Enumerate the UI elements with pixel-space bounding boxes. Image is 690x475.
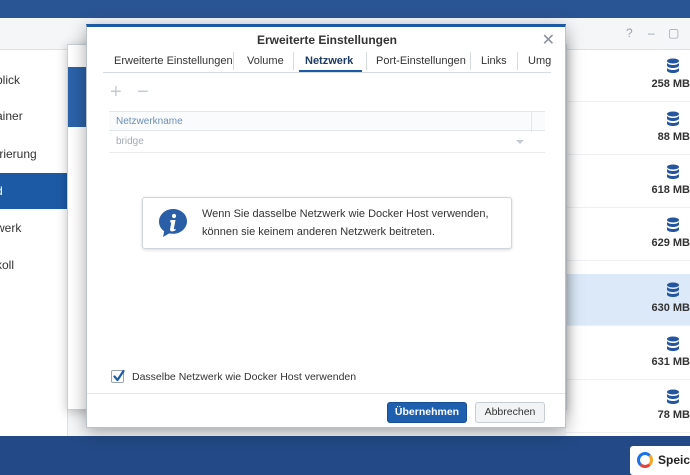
chevron-down-icon[interactable] xyxy=(516,140,524,144)
same-network-checkbox-label[interactable]: Dasselbe Netzwerk wie Docker Host verwen… xyxy=(132,371,356,383)
add-network-button[interactable]: + xyxy=(110,82,122,102)
database-icon xyxy=(667,217,679,232)
tab-divider xyxy=(470,52,471,70)
remove-network-button[interactable]: − xyxy=(137,82,149,102)
sidebar-item-image[interactable]: d xyxy=(0,173,68,209)
info-text-line-1: Wenn Sie dasselbe Netzwerk wie Docker Ho… xyxy=(202,208,489,220)
tab-bar: Erweiterte Einstellungen Volume Netzwerk… xyxy=(103,51,551,73)
list-item[interactable]: 78 MB xyxy=(566,381,690,433)
database-icon xyxy=(667,336,679,351)
help-icon[interactable]: ? xyxy=(626,26,633,40)
advanced-settings-dialog: Erweiterte Einstellungen ✕ Erweiterte Ei… xyxy=(86,24,566,428)
close-icon[interactable]: ✕ xyxy=(542,30,555,50)
column-divider xyxy=(531,112,532,132)
sidebar-item-registry[interactable]: trierung xyxy=(0,136,68,172)
database-icon xyxy=(667,282,679,297)
list-item[interactable]: 630 MB xyxy=(566,274,690,326)
image-size: 258 MB xyxy=(651,78,690,90)
background-sidebar: blick ainer trierung d werk koll xyxy=(0,50,68,436)
tab-links[interactable]: Links xyxy=(481,55,507,67)
minimize-icon[interactable]: – xyxy=(648,26,655,40)
storage-app-icon xyxy=(637,452,653,468)
dialog-title: Erweiterte Einstellungen xyxy=(256,33,398,47)
network-table: Netzwerkname bridge xyxy=(109,111,545,153)
tab-divider xyxy=(366,52,367,70)
tab-environment[interactable]: Umge xyxy=(528,55,551,67)
same-network-checkbox[interactable] xyxy=(111,369,125,383)
list-item[interactable]: 88 MB xyxy=(566,103,690,155)
checkmark-icon xyxy=(113,369,125,382)
tab-network[interactable]: Netzwerk xyxy=(305,55,353,67)
info-text-line-2: können sie keinem anderen Netzwerk beitr… xyxy=(202,226,435,238)
taskbar-app-label: Speic xyxy=(658,453,690,467)
database-icon xyxy=(667,389,679,404)
tab-divider xyxy=(517,52,518,70)
apply-button[interactable]: Übernehmen xyxy=(387,402,467,423)
tab-advanced-settings[interactable]: Erweiterte Einstellungen xyxy=(114,55,233,67)
database-icon xyxy=(667,58,679,73)
table-header: Netzwerkname xyxy=(109,111,545,132)
taskbar-app-storage[interactable]: Speic xyxy=(630,446,690,475)
info-message-box: Wenn Sie dasselbe Netzwerk wie Docker Ho… xyxy=(142,197,512,249)
image-size: 78 MB xyxy=(657,409,690,421)
image-size-list: 258 MB 88 MB 618 MB 629 MB 630 MB 631 MB… xyxy=(566,50,690,436)
column-header-network-name[interactable]: Netzwerkname xyxy=(116,116,183,127)
image-size: 629 MB xyxy=(651,237,690,249)
sidebar-item-container[interactable]: ainer xyxy=(0,98,68,134)
cancel-button[interactable]: Abbrechen xyxy=(475,402,545,423)
network-name-cell: bridge xyxy=(116,136,144,147)
tab-divider xyxy=(233,52,234,70)
table-row[interactable]: bridge xyxy=(109,131,545,153)
info-icon xyxy=(159,209,187,237)
image-size: 88 MB xyxy=(657,131,690,143)
sidebar-item-network[interactable]: werk xyxy=(0,210,68,246)
database-icon xyxy=(667,164,679,179)
footer-divider xyxy=(87,393,565,394)
list-item[interactable]: 629 MB xyxy=(566,209,690,261)
image-size: 631 MB xyxy=(651,356,690,368)
active-tab-indicator xyxy=(299,70,362,72)
tab-divider xyxy=(293,52,294,70)
desktop-taskbar xyxy=(0,436,690,475)
tab-volume[interactable]: Volume xyxy=(247,55,284,67)
maximize-icon[interactable]: ▢ xyxy=(668,26,679,40)
sidebar-item-log[interactable]: koll xyxy=(0,247,68,283)
image-size: 618 MB xyxy=(651,184,690,196)
list-item[interactable]: 631 MB xyxy=(566,328,690,380)
tab-port-settings[interactable]: Port-Einstellungen xyxy=(376,55,466,67)
sidebar-item-overview[interactable]: blick xyxy=(0,62,68,98)
database-icon xyxy=(667,111,679,126)
list-item[interactable]: 258 MB xyxy=(566,50,690,102)
image-size: 630 MB xyxy=(651,302,690,314)
list-item[interactable]: 618 MB xyxy=(566,156,690,208)
